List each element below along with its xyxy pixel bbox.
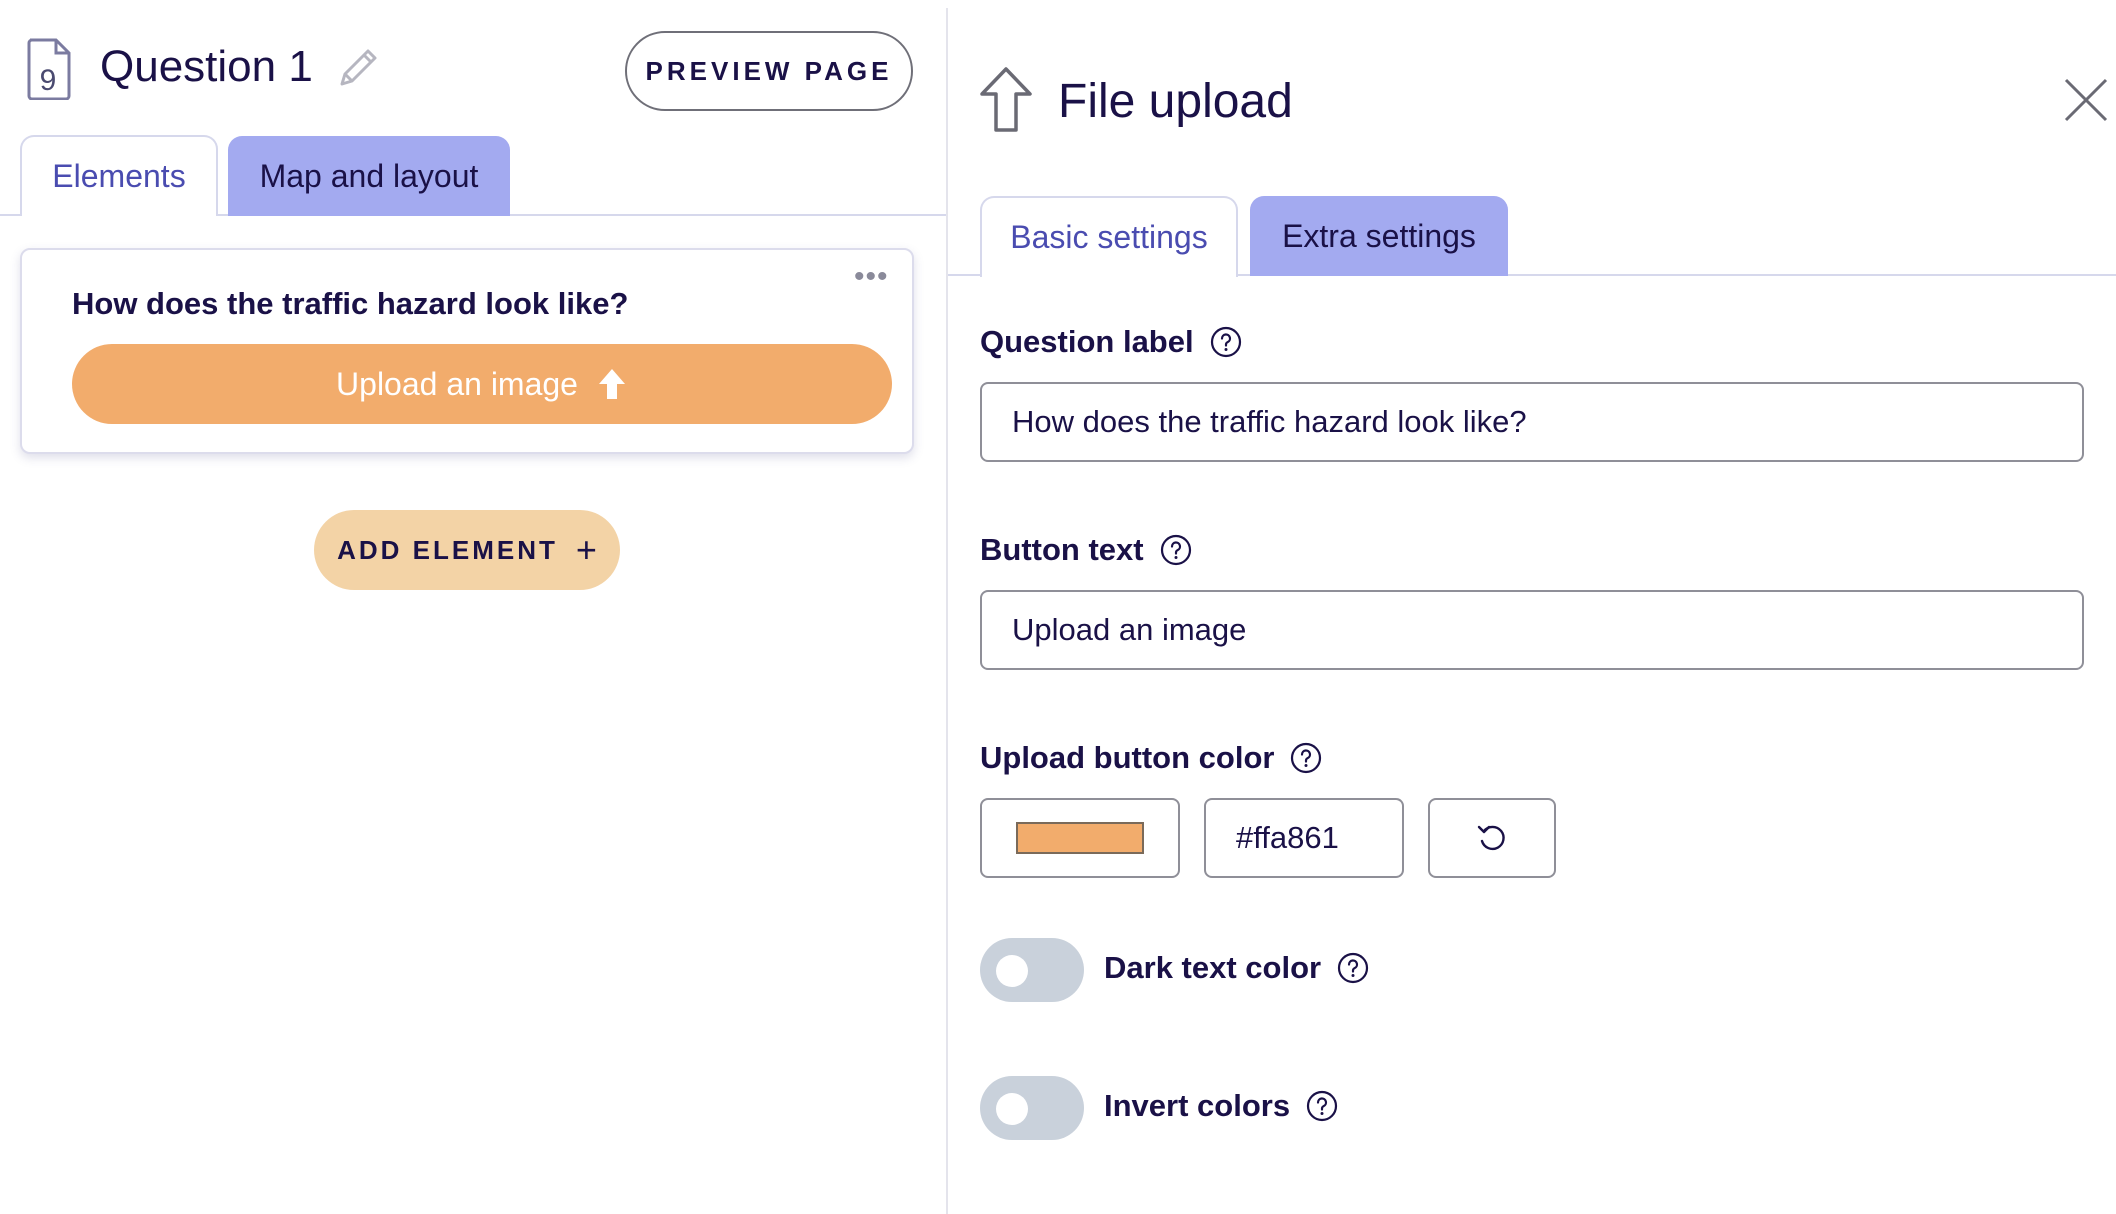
dark-text-color-heading: Dark text color: [1104, 948, 1369, 988]
edit-pencil-icon[interactable]: [334, 44, 382, 92]
field-label-text: Upload button color: [980, 740, 1275, 775]
toggle-knob: [996, 955, 1028, 987]
question-label-heading: Question label: [980, 322, 1242, 362]
field-label-text: Question label: [980, 324, 1194, 359]
question-label-input[interactable]: [980, 382, 2084, 462]
button-text-input[interactable]: [980, 590, 2084, 670]
upload-button-color-heading: Upload button color: [980, 738, 1322, 778]
upload-preview-label: Upload an image: [336, 365, 578, 402]
add-element-label: ADD ELEMENT: [337, 534, 558, 565]
button-text-heading: Button text: [980, 530, 1192, 570]
upload-arrow-icon: [980, 67, 1032, 132]
field-label-text: Invert colors: [1104, 1088, 1291, 1123]
page-number-icon: 9: [27, 38, 71, 100]
preview-page-button[interactable]: PREVIEW PAGE: [625, 31, 913, 111]
tab-extra-settings[interactable]: Extra settings: [1250, 196, 1508, 276]
card-question-text: How does the traffic hazard look like?: [72, 286, 629, 321]
tab-elements[interactable]: Elements: [20, 135, 218, 216]
reset-icon: [1477, 825, 1505, 851]
help-icon[interactable]: [1306, 1090, 1338, 1122]
tab-basic-settings[interactable]: Basic settings: [980, 196, 1238, 277]
close-icon[interactable]: [2062, 76, 2110, 124]
help-icon[interactable]: [1290, 742, 1322, 774]
tab-map-and-layout[interactable]: Map and layout: [228, 136, 510, 216]
ellipsis-icon[interactable]: •••: [854, 262, 894, 292]
toggle-knob: [996, 1093, 1028, 1125]
upload-image-preview-button[interactable]: Upload an image: [72, 344, 892, 424]
reset-color-button[interactable]: [1428, 798, 1556, 878]
panel-title: File upload: [1058, 75, 1293, 128]
color-hex-input[interactable]: [1204, 798, 1404, 878]
page-title: Question 1: [100, 42, 313, 91]
help-icon[interactable]: [1337, 952, 1369, 984]
help-icon[interactable]: [1210, 326, 1242, 358]
color-swatch-button[interactable]: [980, 798, 1180, 878]
invert-colors-toggle[interactable]: [980, 1076, 1084, 1140]
svg-text:9: 9: [40, 64, 57, 97]
help-icon[interactable]: [1160, 534, 1192, 566]
invert-colors-heading: Invert colors: [1104, 1086, 1338, 1126]
add-element-button[interactable]: ADD ELEMENT +: [314, 510, 620, 590]
field-label-text: Button text: [980, 532, 1144, 567]
upload-arrow-icon: [598, 369, 625, 399]
plus-icon: +: [575, 529, 597, 570]
dark-text-color-toggle[interactable]: [980, 938, 1084, 1002]
color-swatch: [1016, 822, 1144, 854]
field-label-text: Dark text color: [1104, 950, 1322, 985]
